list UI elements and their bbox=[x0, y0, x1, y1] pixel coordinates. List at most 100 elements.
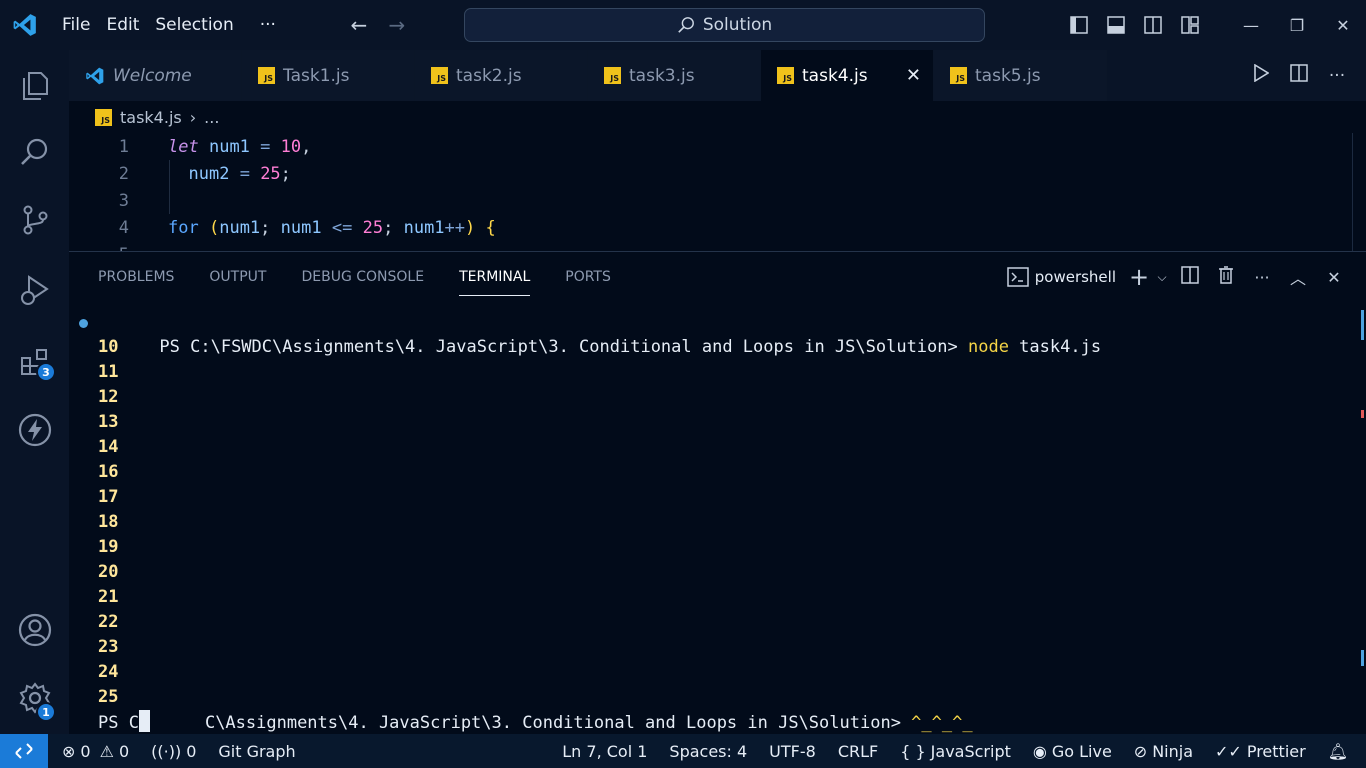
shell-name: powershell bbox=[1034, 268, 1116, 286]
code-editor[interactable]: 1 let num1 = 10, 2 num2 = 25; 3 4 for (n… bbox=[69, 133, 1366, 252]
toggle-secondary-sidebar-icon[interactable] bbox=[1134, 0, 1171, 50]
tab-task3[interactable]: JS task3.js bbox=[588, 50, 761, 101]
go-live-button[interactable]: ◉ Go Live bbox=[1022, 742, 1123, 761]
terminal-scrollbar[interactable] bbox=[1350, 310, 1364, 735]
ninja-button[interactable]: ⊘ Ninja bbox=[1123, 742, 1204, 761]
output-line: 21 bbox=[98, 587, 119, 607]
tab-debug-console[interactable]: DEBUG CONSOLE bbox=[301, 252, 424, 302]
output-line: 19 bbox=[98, 537, 119, 557]
prettier-button[interactable]: ✓✓ Prettier bbox=[1204, 742, 1317, 761]
git-graph-button[interactable]: Git Graph bbox=[207, 742, 306, 761]
ports-status[interactable]: ((·)) 0 bbox=[140, 742, 207, 761]
remote-indicator-icon[interactable] bbox=[0, 734, 48, 768]
new-terminal-icon[interactable]: + bbox=[1126, 263, 1152, 291]
menu-more[interactable]: ··· bbox=[252, 15, 284, 35]
close-panel-icon[interactable]: ✕ bbox=[1316, 268, 1352, 287]
account-icon[interactable] bbox=[0, 602, 69, 658]
language-mode[interactable]: { } JavaScript bbox=[889, 742, 1022, 761]
broadcast-icon: ◉ bbox=[1032, 741, 1047, 761]
menu-file[interactable]: File bbox=[54, 15, 98, 35]
tab-problems[interactable]: PROBLEMS bbox=[98, 252, 174, 302]
code-line: 2 num2 = 25; bbox=[69, 160, 1366, 187]
tab-ports[interactable]: PORTS bbox=[565, 252, 611, 302]
vscode-logo-icon bbox=[0, 0, 50, 50]
chevron-down-icon[interactable]: ⌵ bbox=[1152, 270, 1172, 285]
source-control-icon[interactable] bbox=[0, 192, 69, 248]
command-decoration-icon[interactable] bbox=[79, 319, 88, 328]
search-icon bbox=[678, 17, 694, 33]
warning-icon: ⚠ bbox=[99, 741, 114, 761]
code-line: 3 bbox=[69, 187, 1366, 214]
tab-output[interactable]: OUTPUT bbox=[209, 252, 266, 302]
language-label: JavaScript bbox=[930, 741, 1011, 761]
end-of-line[interactable]: CRLF bbox=[827, 742, 889, 761]
run-debug-icon[interactable] bbox=[0, 262, 69, 318]
menu-edit[interactable]: Edit bbox=[98, 15, 147, 35]
extensions-icon[interactable]: 3 bbox=[0, 334, 69, 390]
more-actions-icon[interactable]: ··· bbox=[1318, 66, 1356, 86]
toggle-panel-icon[interactable] bbox=[1097, 0, 1134, 50]
output-line: 17 bbox=[98, 487, 119, 507]
panel-actions: powershell + ⌵ ··· ︿ ✕ bbox=[1007, 252, 1352, 302]
breadcrumb-rest[interactable]: ... bbox=[204, 108, 219, 127]
terminal-shell-selector[interactable]: powershell bbox=[1007, 267, 1116, 287]
tab-label: task2.js bbox=[456, 65, 522, 86]
status-right: Ln 7, Col 1 Spaces: 4 UTF-8 CRLF { } Jav… bbox=[551, 734, 1366, 768]
forward-arrow-icon[interactable]: → bbox=[378, 13, 416, 37]
encoding[interactable]: UTF-8 bbox=[758, 742, 827, 761]
settings-gear-icon[interactable]: 1 bbox=[0, 670, 69, 726]
tab-task4[interactable]: JS task4.js ✕ bbox=[761, 50, 934, 101]
editor-scrollbar[interactable] bbox=[1352, 133, 1366, 251]
breadcrumb: JS task4.js › ... bbox=[69, 101, 219, 133]
minimize-icon[interactable]: — bbox=[1228, 0, 1274, 50]
tab-terminal[interactable]: TERMINAL bbox=[459, 252, 531, 302]
search-view-icon[interactable] bbox=[0, 124, 69, 180]
command-center-search[interactable]: Solution bbox=[464, 8, 985, 42]
line-number: 3 bbox=[118, 190, 129, 211]
tab-label: Welcome bbox=[113, 65, 192, 86]
output-line: 25 bbox=[98, 687, 119, 707]
lightning-icon[interactable] bbox=[0, 402, 69, 458]
line-number: 4 bbox=[118, 217, 129, 238]
command-arg: task4.js bbox=[1008, 337, 1102, 357]
tab-welcome[interactable]: Welcome bbox=[69, 50, 242, 101]
code-line: 5 bbox=[69, 241, 1366, 252]
maximize-panel-icon[interactable]: ︿ bbox=[1280, 265, 1316, 289]
indentation-label: Spaces: 4 bbox=[669, 741, 748, 761]
cursor-position-label: Ln 7, Col 1 bbox=[562, 741, 648, 761]
indentation[interactable]: Spaces: 4 bbox=[658, 742, 758, 761]
tab-task2[interactable]: JS task2.js bbox=[415, 50, 588, 101]
run-icon[interactable] bbox=[1242, 63, 1280, 87]
terminal-icon bbox=[1007, 267, 1029, 287]
terminal-output[interactable]: PS C:\FSWDC\Assignments\4. JavaScript\3.… bbox=[79, 310, 1102, 735]
code-line: 1 let num1 = 10, bbox=[69, 133, 1366, 160]
explorer-icon[interactable] bbox=[0, 58, 69, 114]
indent-guide bbox=[169, 160, 170, 214]
error-count: 0 bbox=[80, 741, 91, 761]
tab-task5[interactable]: JS task5.js bbox=[934, 50, 1107, 101]
back-arrow-icon[interactable]: ← bbox=[340, 13, 378, 37]
command-name: node bbox=[967, 337, 1009, 357]
prompt-input: ^_^_^_ bbox=[911, 713, 973, 733]
cursor-position[interactable]: Ln 7, Col 1 bbox=[551, 742, 658, 761]
more-actions-icon[interactable]: ··· bbox=[1244, 268, 1280, 287]
tab-label: task3.js bbox=[629, 65, 695, 86]
tab-task1[interactable]: JS Task1.js bbox=[242, 50, 415, 101]
notifications-bell-icon[interactable]: 🔔︎ bbox=[1317, 742, 1366, 761]
eol-label: CRLF bbox=[837, 741, 879, 761]
split-terminal-icon[interactable] bbox=[1172, 266, 1208, 288]
toggle-primary-sidebar-icon[interactable] bbox=[1060, 0, 1097, 50]
prompt-end: C\Assignments\4. JavaScript\3. Condition… bbox=[204, 713, 912, 733]
breadcrumb-file[interactable]: task4.js bbox=[120, 108, 182, 127]
output-line: 16 bbox=[98, 462, 119, 482]
output-line: 24 bbox=[98, 662, 119, 682]
problems-status[interactable]: ⊗ 0 ⚠ 0 bbox=[48, 742, 140, 761]
menu-selection[interactable]: Selection bbox=[147, 15, 241, 35]
close-tab-icon[interactable]: ✕ bbox=[906, 65, 921, 86]
customize-layout-icon[interactable] bbox=[1171, 0, 1208, 50]
tab-label: task4.js bbox=[802, 65, 868, 86]
restore-icon[interactable]: ❐ bbox=[1274, 0, 1320, 50]
trash-icon[interactable] bbox=[1208, 266, 1244, 288]
close-window-icon[interactable]: ✕ bbox=[1320, 0, 1366, 50]
split-editor-icon[interactable] bbox=[1280, 64, 1318, 87]
